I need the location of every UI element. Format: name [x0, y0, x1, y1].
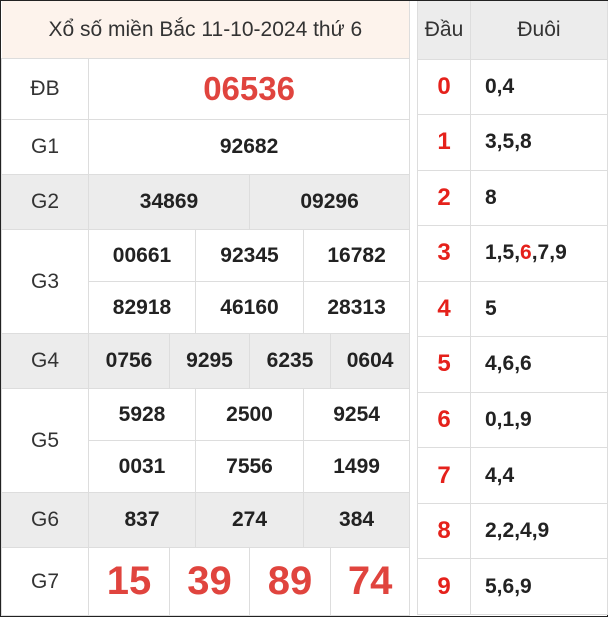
- g1-number: 92682: [87, 119, 411, 175]
- g2-number: 09296: [248, 174, 411, 230]
- special-prize-number: 06536: [87, 58, 411, 120]
- dau-digit: 2: [417, 169, 471, 227]
- dau-digit: 0: [417, 58, 471, 116]
- g4-number: 6235: [249, 333, 331, 389]
- g5-number: 0031: [88, 440, 196, 493]
- prize-label-g2: G2: [1, 174, 89, 230]
- dau-digit: 9: [417, 558, 471, 615]
- prize-label-g1: G1: [1, 119, 89, 175]
- duoi-digits: 3,5,8: [470, 114, 608, 171]
- head-tail-table: Đầu Đuôi 0 0,4 1 3,5,8 2 8 3 1,5,6,7,9 4…: [417, 1, 608, 615]
- g7-number: 39: [169, 547, 250, 616]
- dau-digit: 4: [417, 280, 471, 338]
- dau-digit: 7: [417, 447, 471, 504]
- g5-number: 5928: [88, 388, 196, 441]
- g7-number: 74: [329, 547, 411, 616]
- duoi-digits: 2,2,4,9: [470, 502, 608, 560]
- duoi-highlight: 6: [520, 241, 532, 265]
- results-title: Xổ số miền Bắc 11-10-2024 thứ 6: [1, 1, 411, 59]
- duoi-digits: 0,1,9: [470, 391, 608, 449]
- duoi-digits: 0,4: [470, 58, 608, 116]
- g5-number: 7556: [195, 440, 304, 493]
- duoi-header: Đuôi: [470, 1, 608, 60]
- duoi-digits: 1,5,6,7,9: [470, 225, 608, 282]
- dau-digit: 6: [417, 391, 471, 449]
- g3-number: 28313: [302, 281, 411, 334]
- duoi-digits: 5,6,9: [470, 558, 608, 615]
- prize-label-db: ĐB: [1, 58, 89, 120]
- prize-label-g3: G3: [1, 229, 89, 334]
- duoi-part: 1,5,: [485, 241, 521, 265]
- lottery-results-table: Xổ số miền Bắc 11-10-2024 thứ 6 ĐB 06536…: [1, 1, 411, 616]
- dau-header: Đầu: [417, 1, 471, 60]
- prize-label-g6: G6: [1, 492, 89, 548]
- g3-number: 82918: [88, 281, 196, 334]
- g6-number: 274: [195, 492, 304, 548]
- g3-number: 16782: [302, 229, 411, 282]
- duoi-digits: 4,6,6: [470, 336, 608, 393]
- g4-number: 0604: [329, 333, 411, 389]
- duoi-part: ,7,9: [531, 241, 567, 265]
- g6-number: 837: [88, 492, 196, 548]
- prize-label-g4: G4: [1, 333, 89, 389]
- duoi-digits: 4,4: [470, 447, 608, 504]
- dau-digit: 1: [417, 114, 471, 171]
- prize-label-g7: G7: [1, 547, 89, 616]
- dau-digit: 5: [417, 336, 471, 393]
- dau-digit: 8: [417, 502, 471, 560]
- duoi-digits: 8: [470, 169, 608, 227]
- duoi-digits: 5: [470, 280, 608, 338]
- g3-number: 92345: [195, 229, 304, 282]
- g3-number: 46160: [195, 281, 304, 334]
- prize-label-g5: G5: [1, 388, 89, 493]
- g4-number: 9295: [169, 333, 250, 389]
- g4-number: 0756: [88, 333, 170, 389]
- g2-number: 34869: [88, 174, 250, 230]
- g7-number: 15: [88, 547, 170, 616]
- g6-number: 384: [302, 492, 411, 548]
- g5-number: 2500: [195, 388, 304, 441]
- g7-number: 89: [249, 547, 331, 616]
- g5-number: 9254: [302, 388, 411, 441]
- g5-number: 1499: [302, 440, 411, 493]
- g3-number: 00661: [88, 229, 196, 282]
- dau-digit: 3: [417, 225, 471, 282]
